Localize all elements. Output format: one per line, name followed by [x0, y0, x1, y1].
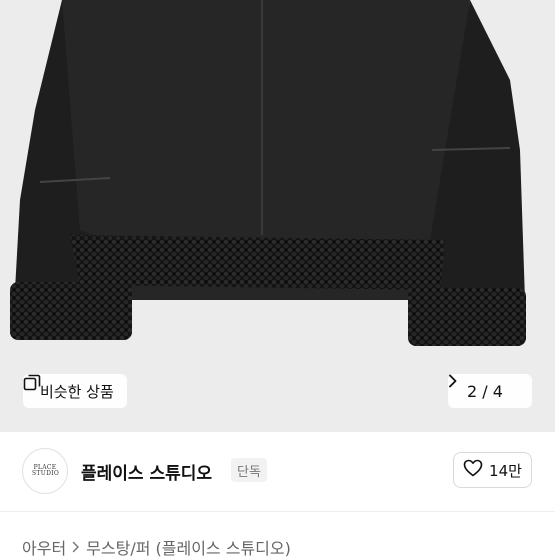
shop-name-link[interactable]: 플레이스 스튜디오: [81, 459, 212, 484]
exclusive-badge: 단독: [231, 458, 267, 482]
counter-current: 2: [467, 381, 478, 401]
like-count: 14만: [489, 461, 522, 480]
chevron-right-icon: [72, 538, 80, 557]
counter-text: 2 / 4: [467, 382, 503, 401]
counter-separator: /: [482, 381, 488, 401]
breadcrumb-item-category[interactable]: 무스탕/퍼 (플레이스 스튜디오): [86, 535, 291, 559]
jacket-image: [10, 0, 526, 346]
shop-row: PLACE STUDIO 플레이스 스튜디오 단독 14만: [0, 432, 555, 512]
similar-products-label: 비슷한 상품: [40, 382, 114, 401]
shop-logo[interactable]: PLACE STUDIO: [22, 448, 68, 494]
image-counter-button[interactable]: 2 / 4: [448, 374, 532, 408]
breadcrumb-item-outer[interactable]: 아우터: [22, 535, 66, 559]
breadcrumb: 아우터 무스탕/퍼 (플레이스 스튜디오): [22, 535, 291, 559]
counter-total: 4: [492, 381, 503, 401]
product-image[interactable]: 비슷한 상품 2 / 4: [0, 0, 555, 432]
shop-logo-text: PLACE STUDIO: [32, 465, 60, 477]
similar-products-button[interactable]: 비슷한 상품: [23, 374, 127, 408]
heart-outline-icon: [463, 459, 483, 481]
logo-line: STUDIO: [32, 470, 60, 477]
divider: [0, 511, 555, 512]
like-button[interactable]: 14만: [453, 452, 532, 488]
